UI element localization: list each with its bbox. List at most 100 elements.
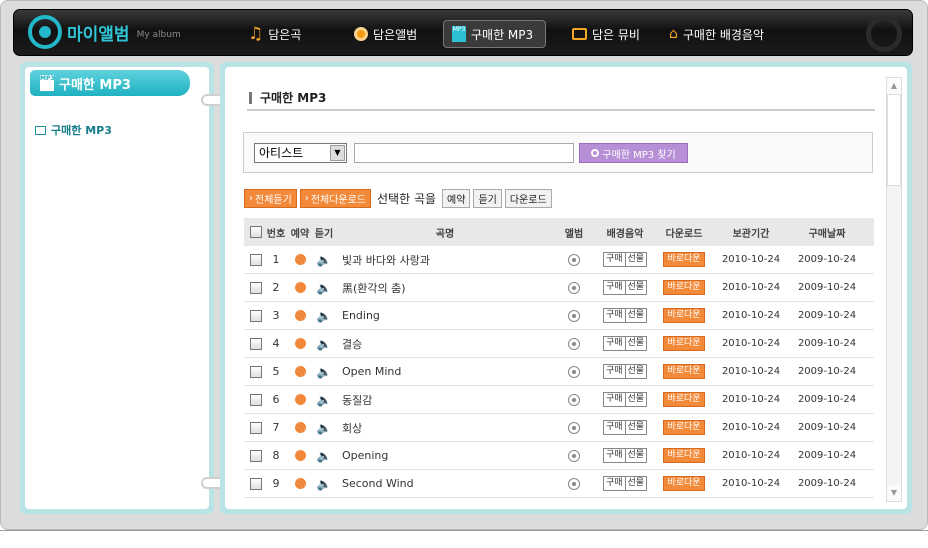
row-checkbox[interactable] [250, 337, 262, 350]
album-button[interactable] [554, 281, 594, 294]
album-button[interactable] [554, 365, 594, 378]
album-button[interactable] [554, 477, 594, 490]
row-checkbox[interactable] [250, 393, 262, 406]
bgm-gift-button[interactable]: 선물 [624, 337, 647, 350]
reserve-button[interactable] [288, 422, 312, 433]
instant-download-button[interactable]: 바로다운 [663, 280, 705, 295]
reserve-button[interactable] [288, 338, 312, 349]
bgm-gift-button[interactable]: 선물 [624, 365, 647, 378]
song-title[interactable]: 빛과 바다와 사랑과 [336, 252, 554, 268]
download-all-button[interactable]: 전체다운로드 [299, 189, 372, 208]
scroll-thumb[interactable] [887, 94, 901, 186]
purchase-date: 2009-10-24 [797, 254, 857, 265]
bgm-buy-button[interactable]: 구매 [604, 477, 625, 490]
reserve-selected-button[interactable]: 예약 [442, 189, 471, 208]
clock-icon [294, 366, 306, 377]
row-checkbox[interactable] [250, 365, 262, 378]
bgm-gift-button[interactable]: 선물 [624, 281, 647, 294]
row-checkbox[interactable] [250, 449, 262, 462]
reserve-button[interactable] [288, 310, 312, 321]
nav-label: 담은 뮤비 [592, 27, 640, 42]
reserve-button[interactable] [288, 478, 312, 489]
album-button[interactable] [554, 449, 594, 462]
song-title[interactable]: 동질감 [336, 392, 554, 408]
search-input[interactable] [354, 143, 574, 163]
reserve-button[interactable] [288, 254, 312, 265]
select-all-checkbox[interactable] [250, 226, 262, 238]
row-checkbox[interactable] [250, 477, 262, 490]
nav-item-albums[interactable]: 담은앨범 [346, 20, 425, 48]
song-title[interactable]: Second Wind [336, 477, 554, 490]
play-all-button[interactable]: 전체듣기 [244, 189, 297, 208]
row-checkbox[interactable] [250, 421, 262, 434]
instant-download-button[interactable]: 바로다운 [663, 336, 705, 351]
listen-button[interactable]: 🔈 [312, 365, 336, 379]
bgm-buy-button[interactable]: 구매 [604, 393, 625, 406]
listen-button[interactable]: 🔈 [312, 449, 336, 463]
row-checkbox[interactable] [250, 309, 262, 322]
listen-button[interactable]: 🔈 [312, 421, 336, 435]
bgm-buy-button[interactable]: 구매 [604, 337, 625, 350]
logo[interactable]: 마이앨범 My album [28, 15, 181, 49]
search-button[interactable]: 구매한 MP3 찾기 [579, 143, 688, 163]
listen-button[interactable]: 🔈 [312, 281, 336, 295]
listen-button[interactable]: 🔈 [312, 309, 336, 323]
listen-button[interactable]: 🔈 [312, 337, 336, 351]
bgm-buy-button[interactable]: 구매 [604, 253, 625, 266]
bgm-buy-button[interactable]: 구매 [604, 421, 625, 434]
nav-item-purchased-mp3[interactable]: MP3 구매한 MP3 [443, 20, 546, 48]
download-selected-button[interactable]: 다운로드 [504, 189, 552, 208]
listen-button[interactable]: 🔈 [312, 253, 336, 267]
instant-download-button[interactable]: 바로다운 [663, 252, 705, 267]
instant-download-button[interactable]: 바로다운 [663, 364, 705, 379]
song-title[interactable]: 결승 [336, 336, 554, 352]
bgm-gift-button[interactable]: 선물 [624, 309, 647, 322]
song-title[interactable]: Ending [336, 309, 554, 322]
song-title[interactable]: 회상 [336, 420, 554, 436]
song-title[interactable]: Open Mind [336, 365, 554, 378]
sidebar-item-purchased-mp3[interactable]: 구매한 MP3 [35, 122, 112, 138]
chevron-down-icon[interactable]: ▼ [330, 145, 345, 161]
bgm-gift-button[interactable]: 선물 [624, 253, 647, 266]
reserve-button[interactable] [288, 450, 312, 461]
reserve-button[interactable] [288, 282, 312, 293]
instant-download-button[interactable]: 바로다운 [663, 308, 705, 323]
row-checkbox[interactable] [250, 253, 262, 266]
listen-selected-button[interactable]: 듣기 [473, 189, 502, 208]
mp3-icon: MP3 [40, 75, 55, 91]
bgm-gift-button[interactable]: 선물 [624, 421, 647, 434]
bgm-gift-button[interactable]: 선물 [624, 393, 647, 406]
bgm-buy-button[interactable]: 구매 [604, 365, 625, 378]
scroll-down-icon[interactable]: ▼ [887, 485, 901, 501]
nav-item-songs[interactable]: ♫ 담은곡 [240, 20, 309, 48]
vertical-scrollbar[interactable]: ▲ ▼ [886, 77, 902, 502]
listen-button[interactable]: 🔈 [312, 393, 336, 407]
bgm-gift-button[interactable]: 선물 [624, 449, 647, 462]
instant-download-button[interactable]: 바로다운 [663, 420, 705, 435]
bgm-buy-button[interactable]: 구매 [604, 449, 625, 462]
row-num: 6 [272, 393, 280, 406]
bgm-buy-button[interactable]: 구매 [604, 309, 625, 322]
album-button[interactable] [554, 337, 594, 350]
reserve-button[interactable] [288, 366, 312, 377]
listen-button[interactable]: 🔈 [312, 477, 336, 491]
bgm-buy-button[interactable]: 구매 [604, 281, 625, 294]
instant-download-button[interactable]: 바로다운 [663, 448, 705, 463]
selected-label: 선택한 곡을 [377, 192, 437, 206]
search-button-label: 구매한 MP3 찾기 [602, 149, 676, 161]
nav-item-music-videos[interactable]: 담은 뮤비 [564, 20, 648, 48]
scroll-up-icon[interactable]: ▲ [887, 78, 901, 94]
search-type-select[interactable]: 아티스트 ▼ [254, 143, 347, 163]
row-checkbox[interactable] [250, 281, 262, 294]
nav-item-bgm[interactable]: ⌂ 구매한 배경음악 [661, 20, 772, 48]
song-title[interactable]: Opening [336, 449, 554, 462]
instant-download-button[interactable]: 바로다운 [663, 392, 705, 407]
album-button[interactable] [554, 309, 594, 322]
album-button[interactable] [554, 421, 594, 434]
reserve-button[interactable] [288, 394, 312, 405]
instant-download-button[interactable]: 바로다운 [663, 476, 705, 491]
bgm-gift-button[interactable]: 선물 [624, 477, 647, 490]
song-title[interactable]: 黑(환각의 춤) [336, 280, 554, 296]
album-button[interactable] [554, 393, 594, 406]
album-button[interactable] [554, 253, 594, 266]
